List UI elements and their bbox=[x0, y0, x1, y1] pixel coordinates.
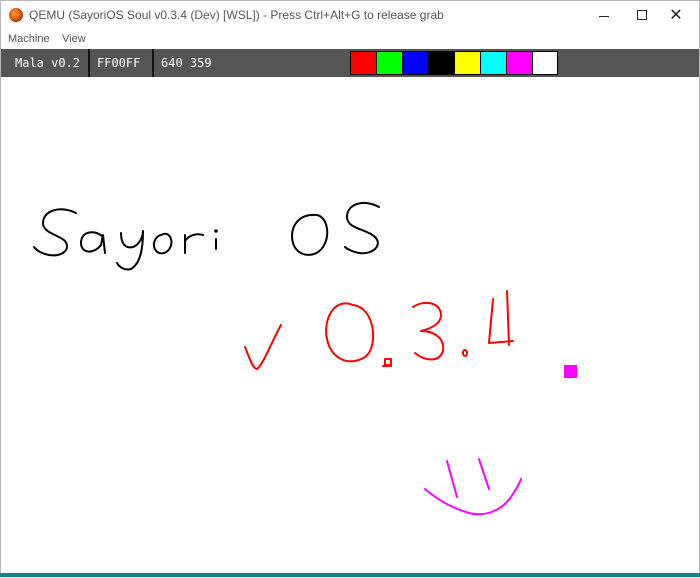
swatch-cyan[interactable] bbox=[481, 52, 507, 74]
app-version: Mala v0.2 bbox=[15, 56, 81, 70]
close-icon: ✕ bbox=[669, 5, 683, 24]
brush-cursor bbox=[564, 365, 577, 378]
cursor-coordinates: 640 359 bbox=[161, 56, 212, 70]
paint-toolbar: Mala v0.2 FF00FF 640 359 bbox=[1, 49, 699, 77]
color-palette bbox=[350, 51, 558, 75]
menu-machine[interactable]: Machine bbox=[8, 33, 50, 45]
maximize-icon bbox=[637, 10, 647, 20]
swatch-magenta[interactable] bbox=[507, 52, 533, 74]
swatch-red[interactable] bbox=[351, 52, 377, 74]
handwriting-sayorios bbox=[33, 201, 380, 271]
swatch-green[interactable] bbox=[377, 52, 403, 74]
handwriting-smiley bbox=[424, 458, 522, 516]
handwriting-version bbox=[244, 290, 514, 370]
drawing-canvas[interactable] bbox=[1, 77, 699, 578]
swatch-black[interactable] bbox=[429, 52, 455, 74]
close-button[interactable]: ✕ bbox=[653, 1, 699, 29]
menu-bar: Machine View bbox=[1, 29, 699, 49]
title-bar[interactable]: QEMU (SayoriOS Soul v0.3.4 (Dev) [WSL]) … bbox=[1, 1, 699, 29]
taskbar-edge bbox=[0, 573, 700, 577]
swatch-yellow[interactable] bbox=[455, 52, 481, 74]
swatch-white[interactable] bbox=[533, 52, 557, 74]
drawing-strokes bbox=[33, 201, 522, 516]
guest-screen[interactable]: Mala v0.2 FF00FF 640 359 bbox=[1, 49, 699, 578]
current-color-hex: FF00FF bbox=[97, 56, 141, 70]
qemu-window: QEMU (SayoriOS Soul v0.3.4 (Dev) [WSL]) … bbox=[0, 0, 700, 578]
qemu-icon bbox=[9, 8, 23, 22]
window-title: QEMU (SayoriOS Soul v0.3.4 (Dev) [WSL]) … bbox=[29, 8, 444, 22]
minimize-icon bbox=[599, 15, 609, 17]
swatch-blue[interactable] bbox=[403, 52, 429, 74]
menu-view[interactable]: View bbox=[62, 33, 86, 45]
